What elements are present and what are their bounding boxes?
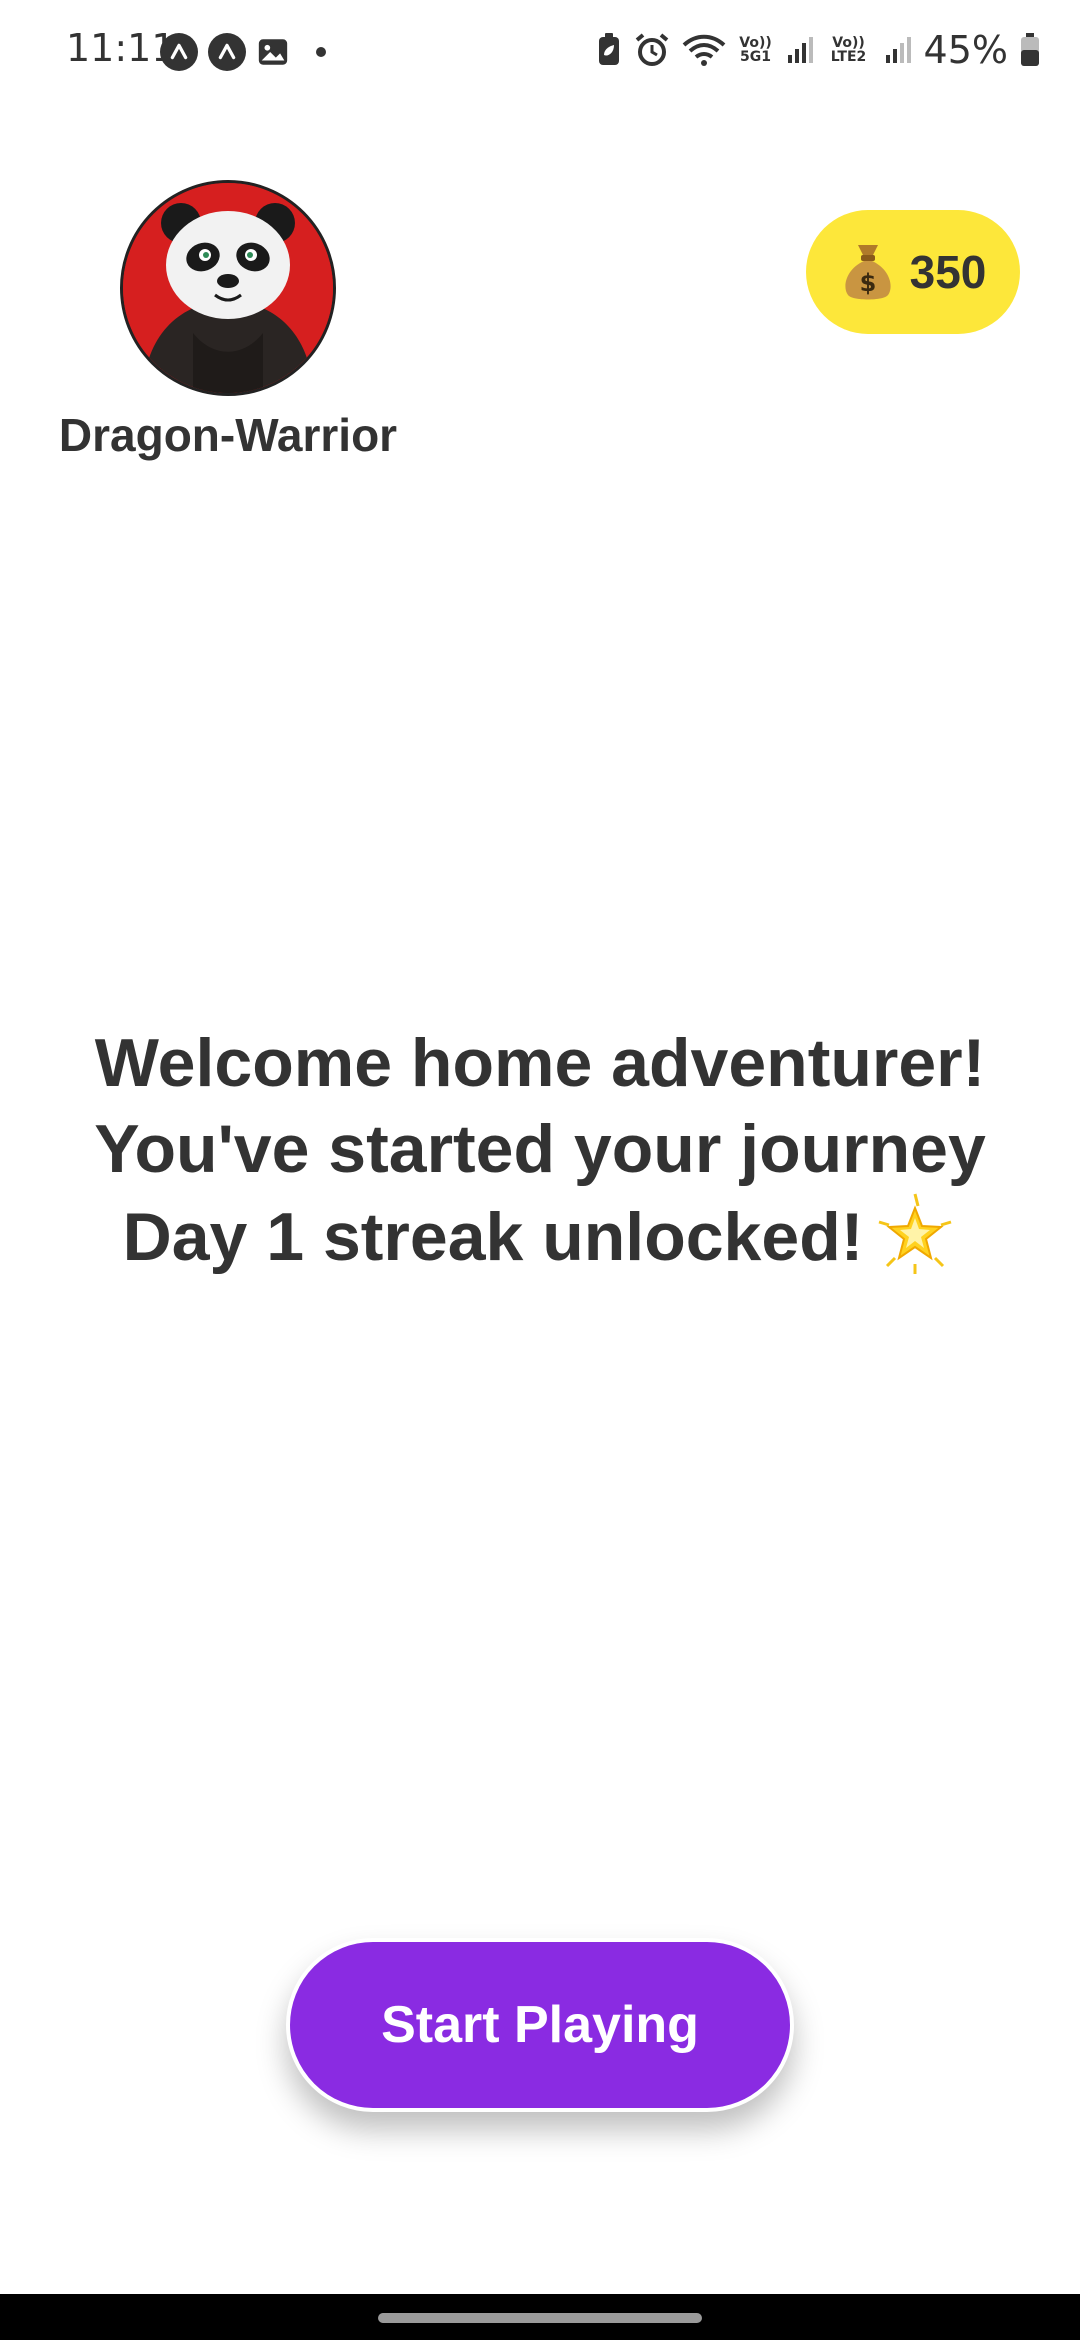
welcome-line-3: Day 1 streak unlocked! [40,1192,1040,1280]
status-bar: 11:11 Vo)) 5G1 Vo)) LTE2 45% [0,0,1080,100]
app-notification-icon [160,33,198,71]
sim2-network-label: Vo)) LTE2 [830,35,867,65]
svg-text:$: $ [859,269,876,297]
start-playing-label: Start Playing [381,1996,699,2054]
more-notifications-dot [316,47,326,57]
signal-icon [885,37,911,63]
welcome-line-2: You've started your journey [94,1111,986,1187]
start-playing-button[interactable]: Start Playing [286,1938,794,2112]
sim1-network-label: Vo)) 5G1 [739,35,772,65]
welcome-line-1: Welcome home adventurer! [94,1025,986,1101]
battery-icon [1021,33,1039,66]
panda-avatar [123,183,333,393]
money-bag-icon: $ [845,245,891,300]
wifi-icon [682,34,725,66]
coin-balance-badge[interactable]: $ 350 [806,210,1020,334]
battery-percent: 45% [923,28,1008,72]
streak-text: Day 1 streak unlocked! [122,1199,864,1275]
notification-icons [160,33,326,71]
coin-count: 350 [909,246,987,298]
app-notification-icon [208,33,246,71]
gallery-icon [258,39,288,65]
signal-icon [787,37,813,63]
username: Dragon-Warrior [58,409,398,461]
battery-saver-icon [598,33,619,65]
alarm-icon [635,33,668,66]
welcome-message: Welcome home adventurer! You've started … [40,1020,1040,1280]
home-gesture-handle[interactable] [378,2313,702,2323]
profile-avatar[interactable] [120,180,336,396]
glowing-star-icon [878,1193,952,1274]
system-icons: Vo)) 5G1 Vo)) LTE2 45% [596,28,1040,72]
